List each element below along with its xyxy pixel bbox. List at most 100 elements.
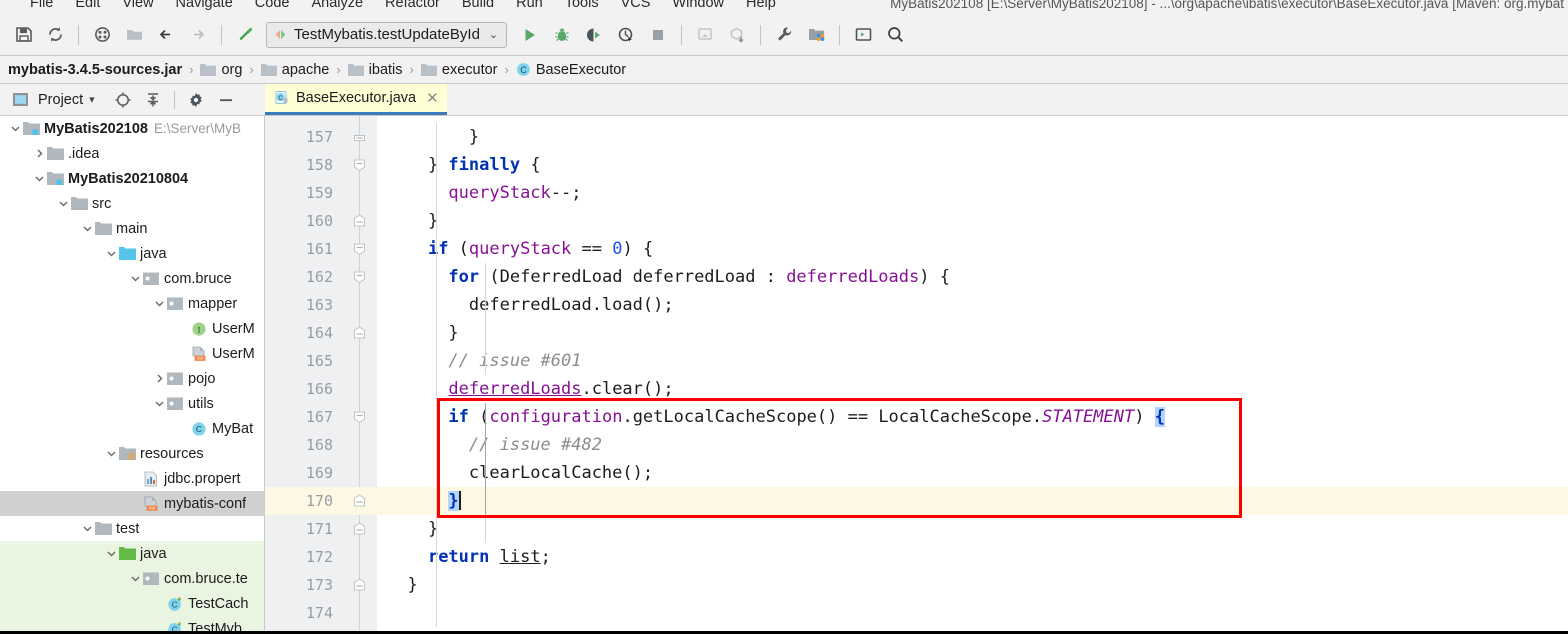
code-line-159[interactable]: queryStack--; [377,179,1568,207]
menu-item-vcs[interactable]: VCS [621,0,651,11]
fold-marker-173[interactable] [353,578,367,592]
chevron-down-icon[interactable] [104,547,118,561]
code-line-170[interactable]: } [377,487,1568,515]
tree-item-resources[interactable]: resources [0,441,264,466]
project-tree[interactable]: MyBatis202108 E:\Server\MyB .idea MyBatis20… [0,116,265,631]
profile-icon[interactable] [611,20,641,50]
settings-sync-icon[interactable] [87,20,117,50]
fold-marker-170[interactable] [353,494,367,508]
breadcrumb-item-baseexecutor[interactable]: C BaseExecutor [516,62,626,78]
breadcrumb-item-org[interactable]: org [200,62,242,78]
hide-icon[interactable] [214,88,238,112]
fold-marker-171[interactable] [353,522,367,536]
chevron-down-icon[interactable] [152,397,166,411]
chevron-down-icon[interactable] [104,447,118,461]
close-icon[interactable]: ✕ [426,89,439,107]
code-line-161[interactable]: if (queryStack == 0) { [377,235,1568,263]
chevron-down-icon[interactable] [104,247,118,261]
tab-baseexecutor-java[interactable]: C BaseExecutor.java ✕ [265,84,447,115]
menu-item-navigate[interactable]: Navigate [176,0,233,11]
tree-item-java[interactable]: java [0,241,264,266]
breadcrumb-root[interactable]: mybatis-3.4.5-sources.jar [8,62,182,78]
gutter-line-174[interactable]: 174 [265,599,377,627]
gutter-line-163[interactable]: 163 [265,291,377,319]
chevron-down-icon[interactable] [152,297,166,311]
menu-item-analyze[interactable]: Analyze [311,0,363,11]
locate-icon[interactable] [111,88,135,112]
project-structure-icon[interactable] [801,20,831,50]
tree-item-userm[interactable]: <> UserM [0,341,264,366]
code-line-168[interactable]: // issue #482 [377,431,1568,459]
run-configuration-selector[interactable]: TestMybatis.testUpdateById ⌄ [266,21,508,48]
tree-item-mybatis202108[interactable]: MyBatis202108 E:\Server\MyB [0,116,264,141]
tree-item-testcach[interactable]: C TestCach [0,591,264,616]
code-line-158[interactable]: } finally { [377,151,1568,179]
fold-marker-164[interactable] [353,326,367,340]
chevron-down-icon[interactable] [56,197,70,211]
code-editor[interactable]: 157 158 159 160 161 162 163 164 165 166 167 168 169 1… [265,116,1568,631]
run-with-coverage-icon[interactable] [579,20,609,50]
open-folder-icon[interactable] [119,20,149,50]
code-line-173[interactable]: } [377,571,1568,599]
gutter-line-165[interactable]: 165 [265,347,377,375]
tree-item-utils[interactable]: utils [0,391,264,416]
breadcrumb-item-apache[interactable]: apache [260,62,329,78]
menu-item-build[interactable]: Build [462,0,494,11]
code-line-162[interactable]: for (DeferredLoad deferredLoad : deferre… [377,263,1568,291]
tree-item-mybatis-conf[interactable]: <> mybatis-conf [0,491,264,516]
save-all-icon[interactable] [8,20,38,50]
tree-item-src[interactable]: src [0,191,264,216]
menu-item-window[interactable]: Window [672,0,724,11]
search-everywhere-icon[interactable] [880,20,910,50]
collapse-all-icon[interactable] [141,88,165,112]
chevron-down-icon[interactable] [80,522,94,536]
breadcrumb-item-ibatis[interactable]: ibatis [347,62,403,78]
gutter-line-166[interactable]: 166 [265,375,377,403]
menu-item-help[interactable]: Help [746,0,776,11]
fold-marker-158[interactable] [353,158,367,172]
gutter-line-168[interactable]: 168 [265,431,377,459]
tree-item-userm[interactable]: I UserM [0,316,264,341]
chevron-down-icon[interactable]: ▾ [89,93,95,106]
chevron-right-icon[interactable] [152,372,166,386]
chevron-down-icon[interactable] [128,272,142,286]
tree-item-mybat[interactable]: C MyBat [0,416,264,441]
fold-marker-162[interactable] [353,270,367,284]
tree-item-pojo[interactable]: pojo [0,366,264,391]
back-arrow-icon[interactable] [151,20,181,50]
code-line-166[interactable]: deferredLoads.clear(); [377,375,1568,403]
code-line-160[interactable]: } [377,207,1568,235]
code-line-167[interactable]: if (configuration.getLocalCacheScope() =… [377,403,1568,431]
run-icon[interactable] [515,20,545,50]
code-line-165[interactable]: // issue #601 [377,347,1568,375]
fold-marker-167[interactable] [353,410,367,424]
tree-item-mybatis20210804[interactable]: MyBatis20210804 [0,166,264,191]
gutter-line-169[interactable]: 169 [265,459,377,487]
code-line-171[interactable]: } [377,515,1568,543]
chevron-right-icon[interactable] [32,147,46,161]
menu-item-code[interactable]: Code [255,0,290,11]
tree-item-main[interactable]: main [0,216,264,241]
code-line-169[interactable]: clearLocalCache(); [377,459,1568,487]
build-hammer-icon[interactable] [230,20,260,50]
breadcrumb-item-executor[interactable]: executor [420,62,498,78]
code-line-163[interactable]: deferredLoad.load(); [377,291,1568,319]
wrench-icon[interactable] [769,20,799,50]
gutter-line-159[interactable]: 159 [265,179,377,207]
code-line-164[interactable]: } [377,319,1568,347]
menu-item-refactor[interactable]: Refactor [385,0,440,11]
gear-icon[interactable] [184,88,208,112]
tree-item-idea[interactable]: .idea [0,141,264,166]
code-area[interactable]: } } finally { queryStack--; } if (queryS… [377,116,1568,631]
chevron-down-icon[interactable] [32,172,46,186]
project-panel-title[interactable]: Project [38,92,83,108]
code-line-174[interactable] [377,599,1568,627]
fold-marker-161[interactable] [353,242,367,256]
tree-item-mapper[interactable]: mapper [0,291,264,316]
menu-item-file[interactable]: File [30,0,53,11]
chevron-down-icon[interactable] [8,122,22,136]
fold-marker-160[interactable] [353,214,367,228]
editor-gutter[interactable]: 157 158 159 160 161 162 163 164 165 166 167 168 169 1… [265,116,377,631]
menu-item-tools[interactable]: Tools [565,0,599,11]
menu-item-view[interactable]: View [122,0,153,11]
